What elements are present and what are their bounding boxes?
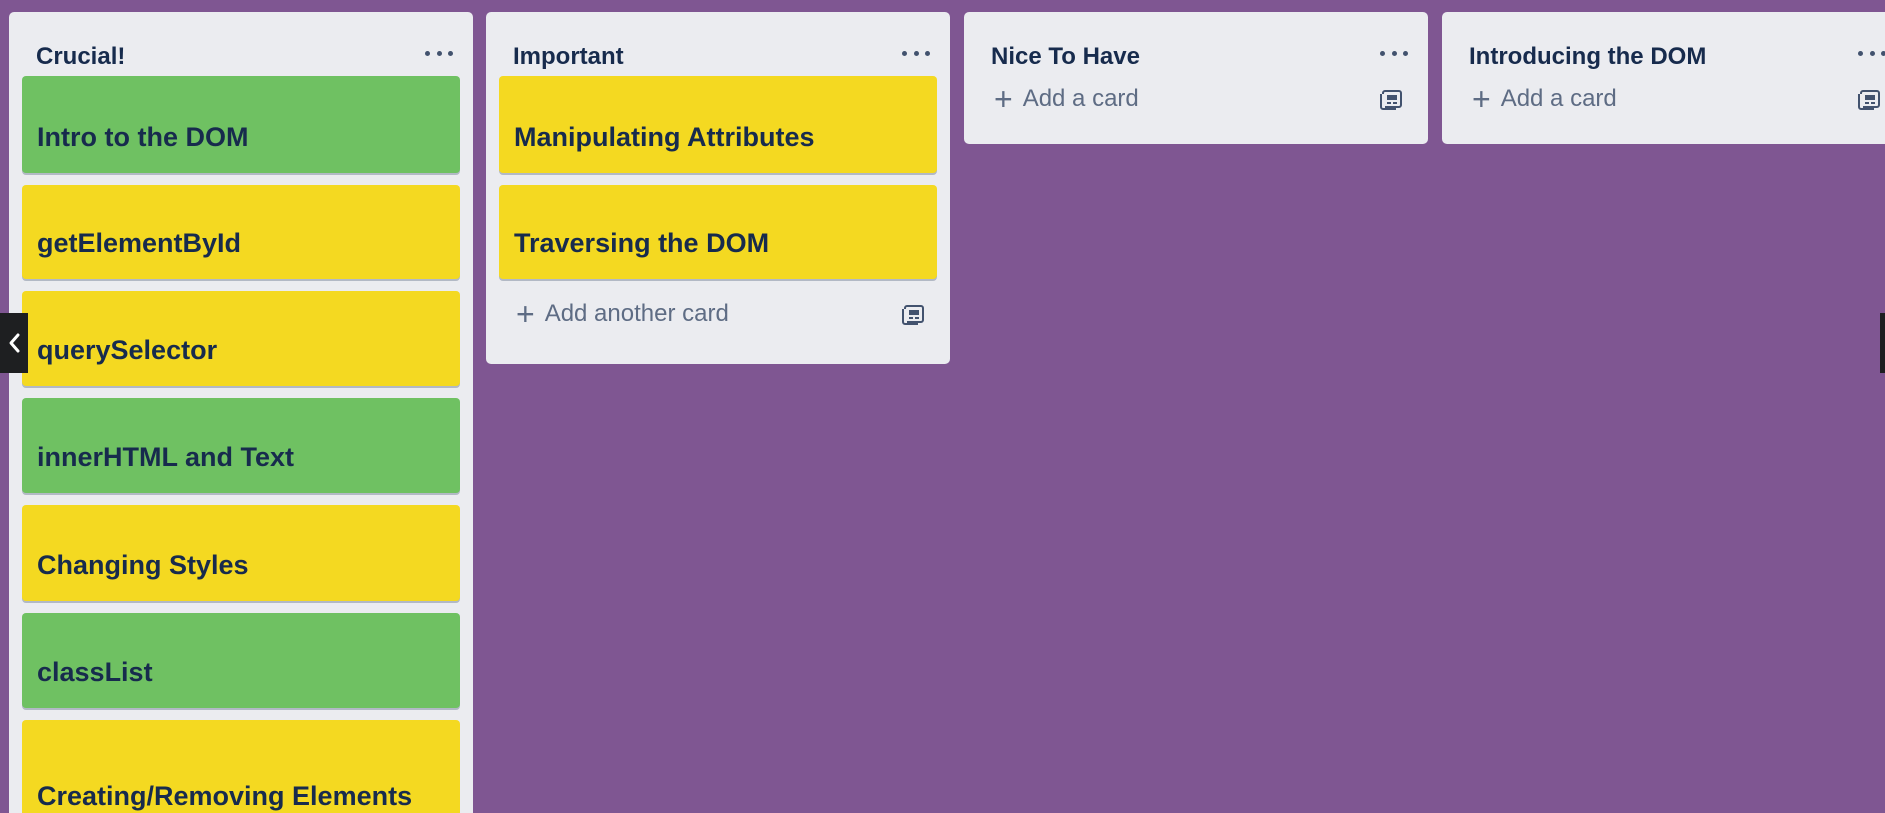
card[interactable]: querySelector xyxy=(22,291,460,386)
list-title[interactable]: Important xyxy=(513,43,624,71)
card[interactable]: Manipulating Attributes xyxy=(499,76,937,173)
list-header: Important xyxy=(486,12,950,76)
plus-icon: + xyxy=(1472,81,1491,117)
card-template-icon[interactable] xyxy=(1858,90,1880,110)
list-header: Nice To Have xyxy=(964,12,1428,76)
right-edge-handle[interactable] xyxy=(1880,313,1885,373)
card-title: Creating/Removing Elements xyxy=(37,781,413,811)
card-title: Manipulating Attributes xyxy=(514,122,815,152)
list-menu-icon[interactable] xyxy=(1858,42,1885,64)
chevron-left-icon xyxy=(9,333,20,353)
list-menu-icon[interactable] xyxy=(1380,42,1408,64)
card-template-icon[interactable] xyxy=(902,305,924,325)
card-title: Intro to the DOM xyxy=(37,122,249,152)
card[interactable]: Intro to the DOM xyxy=(22,76,460,173)
add-card-label: Add a card xyxy=(1500,85,1617,112)
card-title: Changing Styles xyxy=(37,550,249,580)
add-card-button[interactable]: + Add a card xyxy=(994,81,1139,117)
list-important: Important Manipulating Attributes Traver… xyxy=(486,12,950,364)
card[interactable]: innerHTML and Text xyxy=(22,398,460,493)
add-card-button[interactable]: + Add a card xyxy=(1472,81,1617,117)
board: Crucial! Intro to the DOM getElementById… xyxy=(0,0,1885,813)
plus-icon: + xyxy=(516,296,535,332)
card-title: classList xyxy=(37,657,153,687)
add-card-label: Add a card xyxy=(1022,85,1139,112)
card[interactable]: Changing Styles xyxy=(22,505,460,601)
card[interactable]: classList xyxy=(22,613,460,708)
add-card-row: + Add a card xyxy=(1442,72,1885,134)
add-card-button[interactable]: + Add another card xyxy=(516,296,729,332)
card-title: getElementById xyxy=(37,228,242,258)
card[interactable]: Traversing the DOM xyxy=(499,185,937,279)
sidebar-toggle-button[interactable] xyxy=(0,313,28,373)
list-title[interactable]: Crucial! xyxy=(36,43,125,71)
card-title: innerHTML and Text xyxy=(37,442,295,472)
list-header: Introducing the DOM xyxy=(1442,12,1885,76)
list-header: Crucial! xyxy=(9,12,473,76)
list-title[interactable]: Introducing the DOM xyxy=(1469,43,1706,71)
card[interactable]: Creating/Removing Elements xyxy=(22,720,460,813)
card-template-icon[interactable] xyxy=(1380,90,1402,110)
list-menu-icon[interactable] xyxy=(902,42,930,64)
add-card-label: Add another card xyxy=(544,300,729,327)
add-card-row: + Add a card xyxy=(964,72,1428,134)
card-title: Traversing the DOM xyxy=(514,228,770,258)
list-introducing-the-dom: Introducing the DOM + Add a card xyxy=(1442,12,1885,144)
plus-icon: + xyxy=(994,81,1013,117)
card[interactable]: getElementById xyxy=(22,185,460,279)
list-nice-to-have: Nice To Have + Add a card xyxy=(964,12,1428,144)
list-title[interactable]: Nice To Have xyxy=(991,43,1140,71)
list-menu-icon[interactable] xyxy=(425,42,453,64)
add-card-row: + Add another card xyxy=(486,287,950,349)
card-title: querySelector xyxy=(37,335,218,365)
list-crucial: Crucial! Intro to the DOM getElementById… xyxy=(9,12,473,813)
